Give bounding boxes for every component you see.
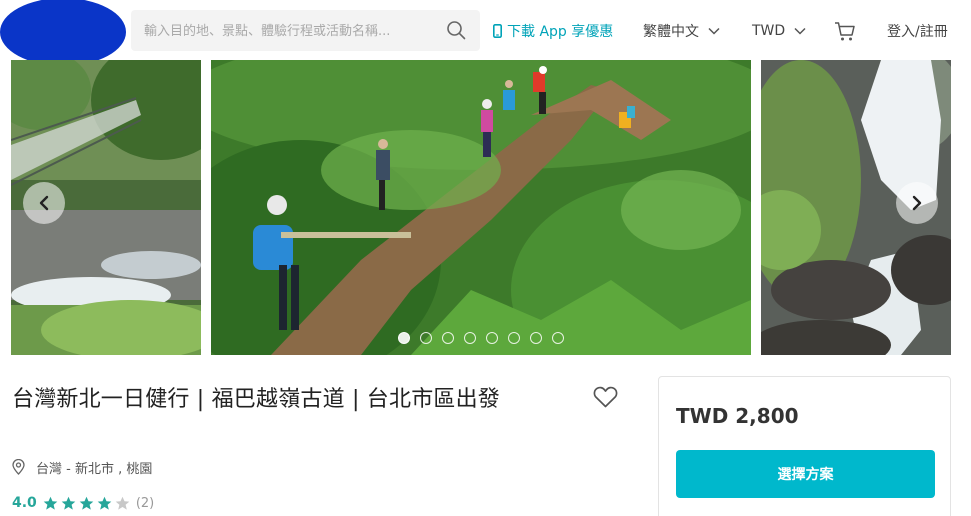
currency-selector[interactable]: TWD xyxy=(752,21,806,41)
language-label: 繁體中文 xyxy=(643,24,699,40)
brand-logo[interactable] xyxy=(0,0,126,66)
rating-stars xyxy=(43,496,133,511)
carousel-dot[interactable] xyxy=(552,332,564,344)
carousel-pagination xyxy=(398,332,564,344)
star-filled-icon xyxy=(79,496,94,510)
chevron-left-icon xyxy=(39,195,49,211)
carousel-dot[interactable] xyxy=(508,332,520,344)
select-plan-button[interactable]: 選擇方案 xyxy=(676,450,935,498)
login-register-label: 登入/註冊 xyxy=(887,24,948,40)
rating-value: 4.0 xyxy=(12,495,37,511)
currency-label: TWD xyxy=(752,23,786,39)
search-box xyxy=(131,10,480,51)
download-app-label: 下載 App 享優惠 xyxy=(507,24,614,40)
cart-icon[interactable] xyxy=(834,20,856,42)
review-count: (2) xyxy=(135,495,155,511)
phone-icon xyxy=(493,24,502,38)
product-price: TWD 2,800 xyxy=(676,404,799,428)
carousel-next-button[interactable] xyxy=(896,182,938,224)
chevron-down-icon xyxy=(794,27,806,35)
carousel-prev-button[interactable] xyxy=(23,182,65,224)
carousel-dot[interactable] xyxy=(398,332,410,344)
star-filled-icon xyxy=(97,496,112,510)
photo-hikers-trail[interactable] xyxy=(211,60,751,355)
carousel-dot[interactable] xyxy=(464,332,476,344)
chevron-down-icon xyxy=(708,27,720,35)
carousel-dot[interactable] xyxy=(420,332,432,344)
product-rating[interactable]: 4.0 (2) xyxy=(12,494,154,512)
search-icon[interactable] xyxy=(446,20,466,40)
photo-carousel xyxy=(0,60,971,355)
carousel-dot[interactable] xyxy=(486,332,498,344)
download-app-link[interactable]: 下載 App 享優惠 xyxy=(493,21,613,41)
star-filled-icon xyxy=(43,496,58,510)
chevron-right-icon xyxy=(912,195,922,211)
top-navigation-bar: 下載 App 享優惠 繁體中文 TWD 登入/註冊 xyxy=(0,0,971,66)
hikers-trail-image xyxy=(211,60,751,355)
product-title: 台灣新北一日健行 | 福巴越嶺古道 | 台北市區出發 xyxy=(12,387,500,412)
carousel-dot[interactable] xyxy=(530,332,542,344)
location-text: 台灣 - 新北市 , 桃園 xyxy=(36,461,153,477)
login-register-link[interactable]: 登入/註冊 xyxy=(887,21,948,41)
product-location: 台灣 - 新北市 , 桃園 xyxy=(12,458,153,477)
star-empty-icon xyxy=(115,496,130,510)
language-selector[interactable]: 繁體中文 xyxy=(643,21,720,41)
star-filled-icon xyxy=(61,496,76,510)
search-input[interactable] xyxy=(144,21,434,41)
booking-card: TWD 2,800 選擇方案 xyxy=(658,376,951,516)
carousel-dot[interactable] xyxy=(442,332,454,344)
location-pin-icon xyxy=(12,459,25,475)
heart-icon[interactable] xyxy=(593,385,618,409)
